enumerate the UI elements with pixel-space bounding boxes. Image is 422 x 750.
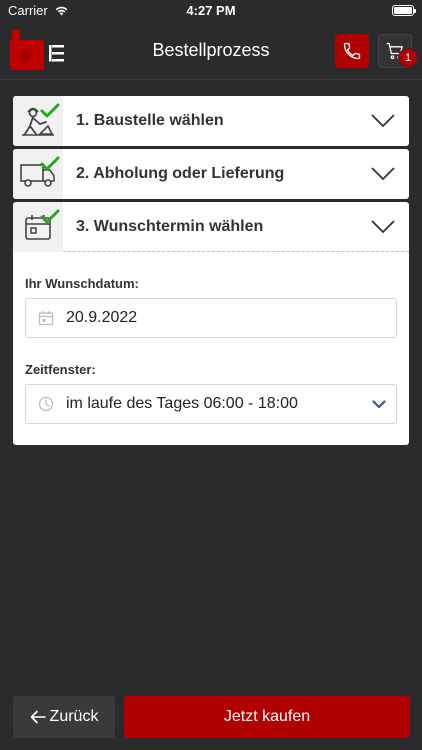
- clock-icon: [38, 396, 54, 412]
- chevron-down-icon[interactable]: [371, 219, 395, 234]
- phone-icon: [343, 42, 361, 60]
- chevron-down-icon[interactable]: [371, 114, 395, 128]
- status-time: 4:27 PM: [186, 3, 236, 18]
- buy-now-button[interactable]: Jetzt kaufen: [124, 696, 410, 738]
- time-window-select[interactable]: im laufe des Tages 06:00 - 18:00: [25, 384, 397, 424]
- back-button[interactable]: Zurück: [13, 696, 115, 738]
- back-button-label: Zurück: [49, 708, 99, 725]
- date-input[interactable]: 20.9.2022: [25, 298, 397, 338]
- time-window-value: im laufe des Tages 06:00 - 18:00: [66, 395, 298, 412]
- date-value: 20.9.2022: [66, 309, 138, 326]
- buy-button-label: Jetzt kaufen: [223, 708, 311, 725]
- step-icon-box: [13, 201, 63, 252]
- field-icon: [26, 396, 66, 412]
- time-window-label: Zeitfenster:: [25, 362, 96, 377]
- check-icon: [40, 209, 60, 223]
- step-select-construction-site[interactable]: 1. Baustelle wählen: [13, 96, 409, 146]
- chevron-down-icon: [372, 399, 386, 408]
- battery-icon: [392, 5, 416, 16]
- app-header: Bestellprozess 1: [0, 22, 422, 80]
- arrow-left-icon: [30, 710, 46, 724]
- dropdown-toggle[interactable]: [362, 399, 396, 409]
- cart-count-badge: 1: [398, 48, 418, 68]
- date-field-label: Ihr Wunschdatum:: [25, 276, 139, 291]
- chevron-down-icon[interactable]: [371, 167, 395, 181]
- check-icon: [40, 156, 60, 171]
- status-bar: Carrier 4:27 PM: [0, 0, 422, 22]
- step-icon-box: [13, 96, 63, 146]
- field-icon: [26, 310, 66, 326]
- check-icon: [40, 103, 60, 118]
- date-selection-panel: Ihr Wunschdatum: 20.9.2022 Zeitfenster: …: [13, 252, 409, 445]
- call-button[interactable]: [335, 34, 369, 68]
- step-label: 2. Abholung oder Lieferung: [76, 165, 285, 182]
- step-label: 3. Wunschtermin wählen: [76, 217, 264, 235]
- calendar-icon: [38, 311, 54, 326]
- step-pickup-or-delivery[interactable]: 2. Abholung oder Lieferung: [13, 149, 409, 199]
- step-icon-box: [13, 149, 63, 199]
- step-label: 1. Baustelle wählen: [76, 112, 224, 129]
- step-select-desired-date[interactable]: 3. Wunschtermin wählen: [13, 201, 409, 252]
